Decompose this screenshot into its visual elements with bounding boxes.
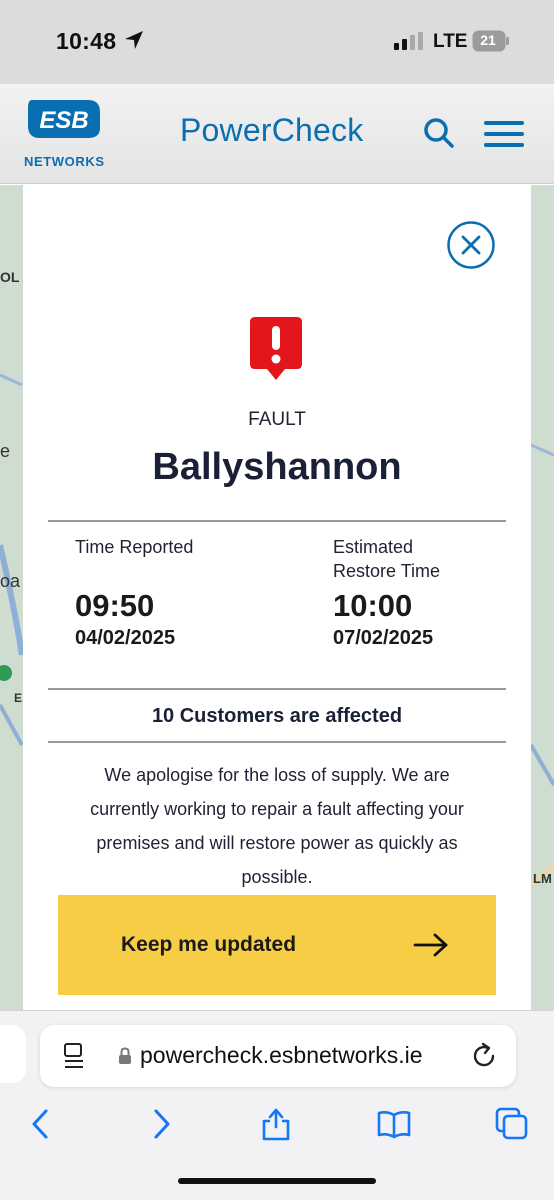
hamburger-menu-icon[interactable] [484, 121, 524, 147]
page-title: PowerCheck [180, 112, 364, 148]
time-reported-value: 09:50 [75, 588, 155, 623]
map-label: oa [0, 571, 21, 591]
restore-date-value: 07/02/2025 [333, 627, 434, 649]
outage-message: We apologise for the loss of supply. We … [90, 765, 464, 887]
restore-label-line1: Estimated [333, 537, 414, 557]
battery-level: 21 [480, 32, 496, 48]
restore-label-line2: Restore Time [333, 561, 441, 581]
bookmarks-icon[interactable] [377, 1107, 411, 1141]
home-indicator[interactable] [178, 1178, 376, 1184]
url-text: powercheck.esbnetworks.ie [140, 1042, 423, 1068]
reload-icon[interactable] [470, 1042, 498, 1070]
outage-location: Ballyshannon [152, 446, 402, 488]
location-arrow-icon [125, 31, 143, 49]
cta-label: Keep me updated [121, 933, 297, 956]
close-icon[interactable] [446, 220, 496, 270]
logo-text: ESB [39, 107, 88, 134]
date-reported-value: 04/02/2025 [75, 627, 176, 649]
status-bar: 10:48 LTE 21 [0, 0, 554, 84]
restore-time-value: 10:00 [333, 588, 413, 623]
restore-time-label: Estimated Restore Time [333, 535, 440, 583]
share-icon[interactable] [259, 1107, 293, 1141]
signal-icon [394, 32, 423, 50]
map-label: LM [533, 871, 552, 886]
network-type: LTE [433, 31, 468, 52]
keep-me-updated-button[interactable]: Keep me updated [58, 895, 496, 995]
arrow-right-icon [413, 933, 448, 957]
logo-subtext: NETWORKS [24, 154, 105, 169]
address-bar[interactable]: powercheck.esbnetworks.ie [40, 1025, 516, 1087]
customers-affected: 10 Customers are affected [151, 705, 403, 727]
outage-type: FAULT [248, 409, 306, 430]
previous-tab-card[interactable] [0, 1025, 26, 1083]
time-reported-label: Time Reported [75, 537, 194, 557]
search-icon[interactable] [423, 117, 455, 149]
browser-toolbar: powercheck.esbnetworks.ie [0, 1010, 554, 1200]
map-label: E [14, 691, 23, 705]
esb-logo[interactable]: ESB [26, 98, 102, 140]
outage-detail-panel: FAULT Ballyshannon Time Reported 09:50 0… [23, 185, 531, 1010]
status-time: 10:48 [56, 28, 117, 54]
map-label: OL [0, 269, 20, 285]
divider [48, 688, 506, 690]
reader-icon[interactable] [62, 1042, 86, 1070]
divider [48, 741, 506, 743]
fault-alert-icon [250, 317, 302, 380]
divider [48, 520, 506, 522]
site-header: ESB NETWORKS PowerCheck [0, 84, 554, 184]
tabs-icon[interactable] [495, 1107, 529, 1141]
map-label: e [0, 441, 11, 461]
back-icon[interactable] [24, 1107, 58, 1141]
forward-icon[interactable] [144, 1107, 178, 1141]
lock-icon [119, 1047, 131, 1064]
